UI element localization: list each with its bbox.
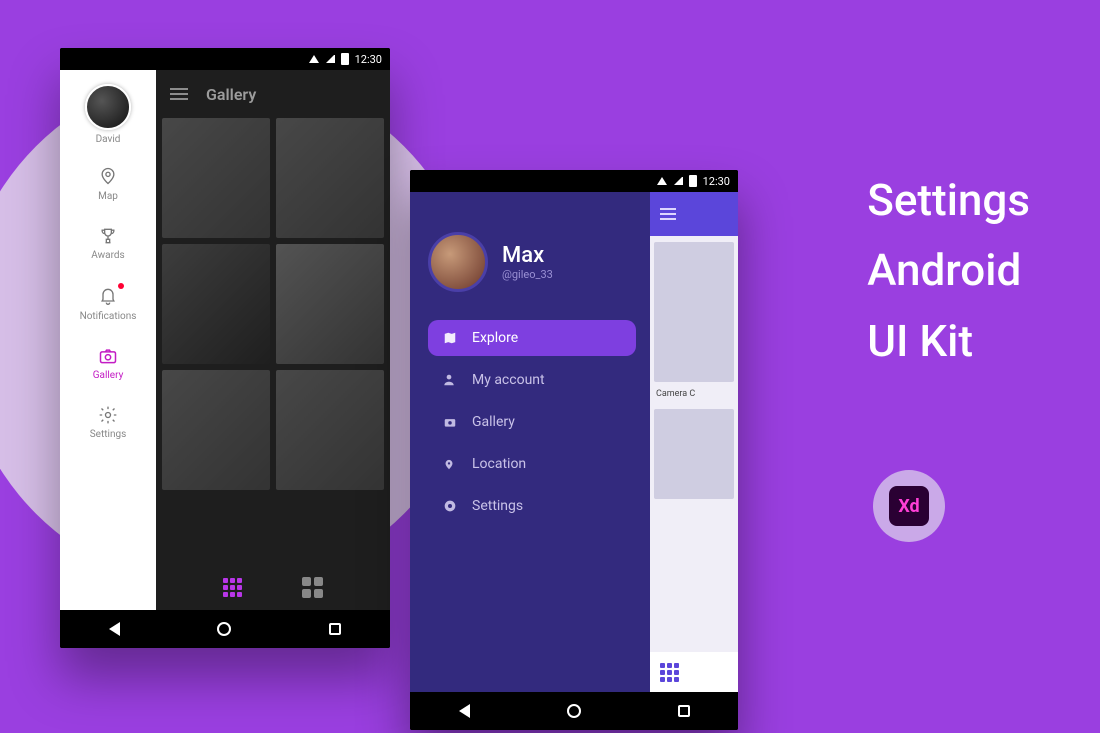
menu-item-gallery[interactable]: Gallery [428,404,636,440]
status-bar: 12:30 [60,48,390,70]
grid-view-icon[interactable] [660,663,679,682]
profile-name: Max [502,243,553,268]
page-title: Gallery [206,85,256,104]
user-name: David [96,134,121,145]
status-dropdown-icon [657,177,667,185]
sidebar-item-label: Map [98,191,118,202]
status-time: 12:30 [703,175,730,188]
sidebar-nav: David Map Awards No [60,70,156,610]
menu-icon[interactable] [170,85,188,103]
menu-item-label: Gallery [472,414,515,430]
app-header [650,192,738,236]
status-bar: 12:30 [410,170,738,192]
signal-icon [673,177,683,185]
user-icon [442,372,458,388]
menu-item-label: Explore [472,330,518,346]
phone-mockup-gallery: 12:30 David Map Awards [60,48,390,648]
bottom-bar [650,652,738,692]
gallery-thumb[interactable] [276,370,384,490]
menu-item-label: Location [472,456,526,472]
bell-icon [98,285,118,307]
navigation-drawer: Max @gileo_33 Explore [410,192,650,692]
grid-view-icon[interactable] [223,578,242,597]
promo-stage: 12:30 David Map Awards [0,0,1100,733]
sidebar-item-notifications[interactable]: Notifications [60,271,156,332]
menu-item-label: My account [472,372,545,388]
gear-icon [442,498,458,514]
profile-block[interactable]: Max @gileo_33 [428,232,636,292]
large-grid-view-icon[interactable] [302,577,323,598]
status-time: 12:30 [355,53,382,66]
content-card[interactable] [654,242,734,382]
home-icon[interactable] [567,704,581,718]
headline-line: UI Kit [867,306,1030,376]
card-caption: Camera C [654,388,734,403]
drawer-menu: Explore My account Gallery [428,320,636,524]
gallery-thumb[interactable] [162,244,270,364]
gallery-view-switcher [156,564,390,610]
status-dropdown-icon [309,55,319,63]
back-icon[interactable] [459,704,470,718]
sidebar-item-label: Gallery [93,370,124,381]
android-nav-bar [60,610,390,648]
gallery-main: Gallery [156,70,390,610]
camera-icon [442,415,458,429]
phone-mockup-drawer: 12:30 Max @gileo_33 Explore [410,170,738,730]
gallery-thumb[interactable] [162,118,270,238]
avatar[interactable] [85,84,131,130]
xd-badge: Xd [873,470,945,542]
content-body: Camera C [650,236,738,652]
sidebar-item-awards[interactable]: Awards [60,212,156,271]
menu-icon[interactable] [660,205,676,223]
menu-item-explore[interactable]: Explore [428,320,636,356]
gallery-thumb[interactable] [276,118,384,238]
menu-item-label: Settings [472,498,523,514]
avatar [428,232,488,292]
sidebar-item-label: Notifications [80,311,137,322]
pin-icon [98,165,118,187]
recent-apps-icon[interactable] [678,705,690,717]
camera-icon [97,346,119,366]
sidebar-item-map[interactable]: Map [60,151,156,212]
menu-item-account[interactable]: My account [428,362,636,398]
headline-line: Settings [867,165,1030,235]
home-icon[interactable] [217,622,231,636]
content-card[interactable] [654,409,734,499]
promo-headline: Settings Android UI Kit [867,165,1030,376]
sidebar-item-settings[interactable]: Settings [60,391,156,450]
sidebar-item-label: Settings [90,429,127,440]
gallery-grid [156,118,390,564]
sidebar-item-gallery[interactable]: Gallery [60,332,156,391]
content-peek[interactable]: Camera C [650,192,738,692]
signal-icon [325,55,335,63]
map-icon [442,331,458,345]
gallery-thumb[interactable] [276,244,384,364]
menu-item-location[interactable]: Location [428,446,636,482]
headline-line: Android [867,235,1030,305]
trophy-icon [98,226,118,246]
battery-icon [689,175,697,187]
recent-apps-icon[interactable] [329,623,341,635]
gallery-thumb[interactable] [162,370,270,490]
back-icon[interactable] [109,622,120,636]
xd-logo-icon: Xd [889,486,929,526]
android-nav-bar [410,692,738,730]
gear-icon [98,405,118,425]
menu-item-settings[interactable]: Settings [428,488,636,524]
battery-icon [341,53,349,65]
sidebar-item-label: Awards [91,250,124,261]
pin-icon [442,456,458,472]
profile-handle: @gileo_33 [502,268,553,281]
